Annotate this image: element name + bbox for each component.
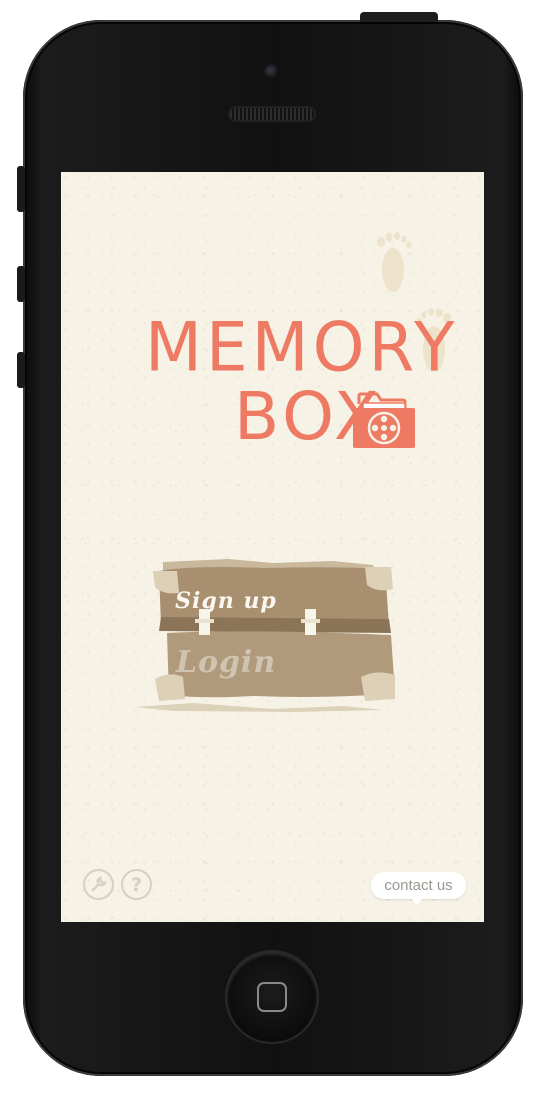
mute-switch — [17, 166, 25, 212]
footprint-icon — [377, 232, 412, 292]
login-button[interactable]: Login — [141, 645, 311, 683]
contact-us-button[interactable]: contact us — [371, 872, 466, 905]
help-icon[interactable]: ? — [121, 869, 152, 900]
app-screen: MEMORY BOX Sign up Login ? contact us — [61, 172, 484, 922]
folder-film-reel-icon — [353, 392, 415, 448]
wrench-icon — [91, 876, 107, 892]
trunk-icon — [135, 559, 395, 712]
power-button — [360, 12, 438, 22]
home-square-icon — [257, 982, 287, 1012]
front-camera — [264, 64, 280, 80]
volume-up-button — [17, 266, 25, 302]
settings-wrench-icon[interactable] — [83, 869, 114, 900]
app-title-memory: MEMORY — [145, 308, 459, 387]
earpiece-speaker — [230, 108, 314, 120]
sign-up-button[interactable]: Sign up — [141, 588, 311, 618]
volume-down-button — [17, 352, 25, 388]
home-button[interactable] — [227, 952, 317, 1042]
